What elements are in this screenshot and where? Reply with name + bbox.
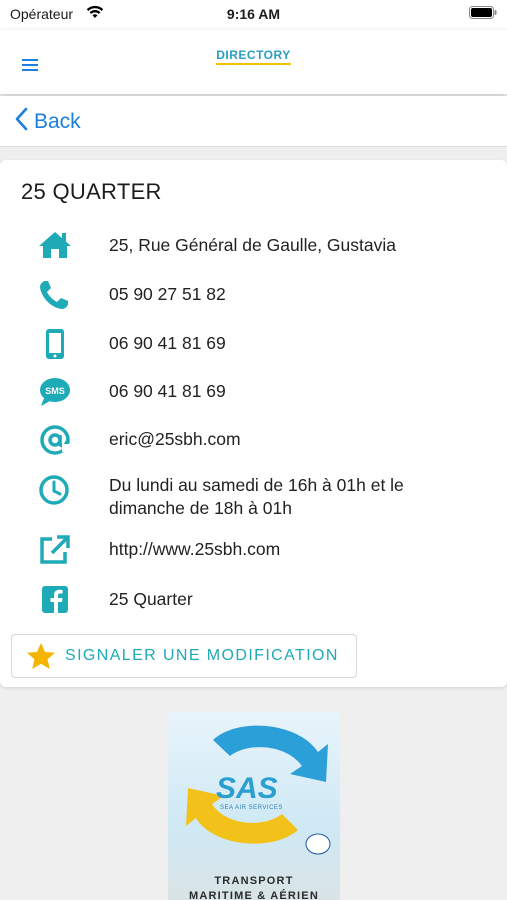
- facebook-icon: [38, 584, 72, 618]
- clock-icon: [38, 474, 72, 508]
- sms-icon: SMS: [38, 376, 72, 410]
- external-link-icon: [38, 534, 72, 568]
- report-modification-label: SIGNALER UNE MODIFICATION: [65, 647, 339, 664]
- clock: 9:16 AM: [226, 6, 281, 22]
- website-text: http://www.25sbh.com: [109, 539, 281, 559]
- phone-text: 05 90 27 51 82: [109, 284, 226, 304]
- facebook-text: 25 Quarter: [109, 589, 193, 609]
- ad-brand: SAS: [216, 772, 278, 805]
- ad-line-1: TRANSPORT: [214, 875, 294, 887]
- at-sign-icon: [38, 424, 72, 458]
- listing-card: 25 QUARTER 25, Rue Général de Gaulle, Gu…: [0, 160, 507, 687]
- app-logo: DIRECTORY: [0, 46, 507, 65]
- home-icon: [38, 230, 72, 264]
- star-icon: [26, 642, 56, 675]
- advertisement-banner[interactable]: SAS SEA AIR SERVICES TRANSPORT MARITIME …: [168, 712, 340, 900]
- hours-text: Du lundi au samedi de 16h à 01h et le di…: [109, 475, 404, 518]
- navbar: DIRECTORY: [0, 30, 507, 94]
- ad-brand-sub: SEA AIR SERVICES: [220, 805, 283, 811]
- listing-title: 25 QUARTER: [21, 179, 162, 204]
- sms-icon-label: SMS: [45, 386, 65, 396]
- email-text: eric@25sbh.com: [109, 429, 241, 449]
- mobile-phone-icon: [38, 328, 72, 362]
- mobile-text: 06 90 41 81 69: [109, 333, 226, 353]
- back-button[interactable]: Back: [14, 107, 81, 136]
- sms-text: 06 90 41 81 69: [109, 381, 226, 401]
- status-bar: Opérateur 9:16 AM: [0, 0, 507, 30]
- address-text: 25, Rue Général de Gaulle, Gustavia: [109, 235, 396, 255]
- chevron-left-icon: [14, 107, 28, 136]
- back-bar: Back: [0, 96, 507, 147]
- back-label: Back: [34, 109, 81, 133]
- battery-icon: [469, 6, 497, 22]
- ad-line-2: MARITIME & AÉRIEN: [189, 890, 319, 900]
- report-modification-button[interactable]: SIGNALER UNE MODIFICATION: [11, 634, 357, 678]
- phone-icon: [38, 279, 72, 313]
- app-logo-text: DIRECTORY: [216, 48, 291, 65]
